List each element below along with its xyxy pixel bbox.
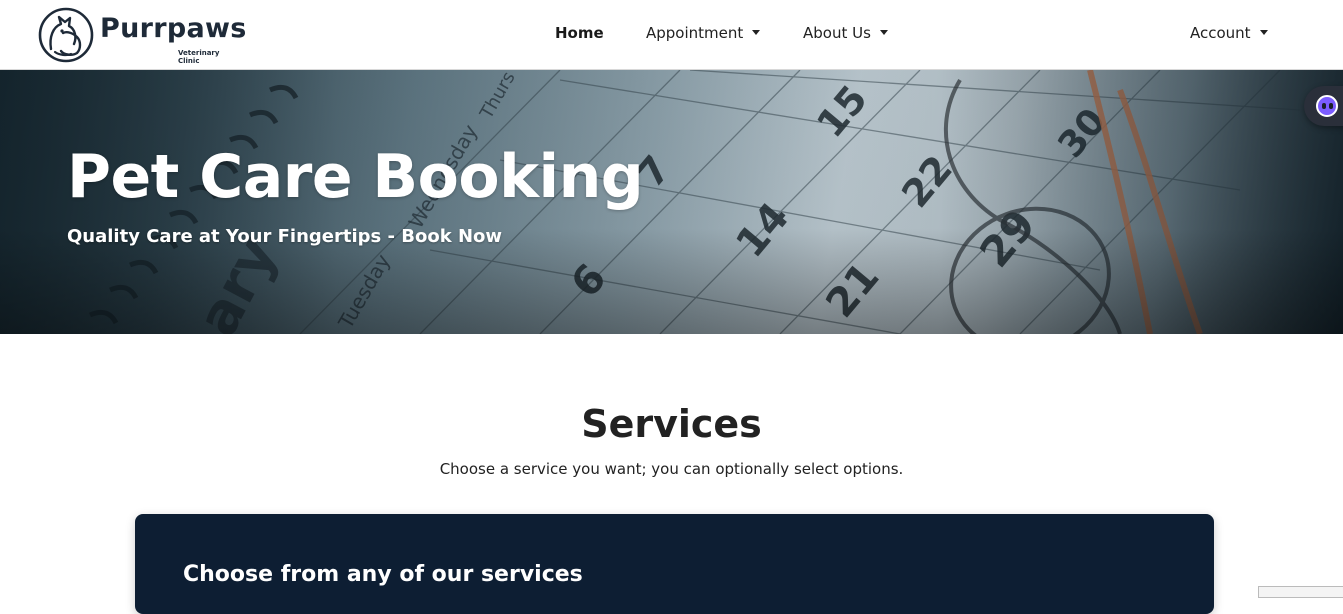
nav-home-link[interactable]: Home: [555, 24, 604, 42]
hero-subtitle: Quality Care at Your Fingertips - Book N…: [67, 226, 503, 247]
nav-about-dropdown[interactable]: About Us: [803, 24, 888, 42]
caret-down-icon: [1259, 30, 1268, 35]
hero-banner: 7 6 14 15 21 22 29 30 Tuesday Wednesday …: [0, 70, 1343, 334]
nav-appointment-dropdown[interactable]: Appointment: [646, 24, 761, 42]
nav-about-label: About Us: [803, 24, 871, 42]
corner-notification-tab[interactable]: [1258, 586, 1343, 598]
chat-widget-button[interactable]: [1304, 86, 1343, 126]
nav-appointment-label: Appointment: [646, 24, 744, 42]
services-card: Choose from any of our services: [135, 514, 1214, 614]
nav-account-dropdown[interactable]: Account: [1190, 24, 1268, 42]
caret-down-icon: [879, 30, 888, 35]
nav-account-label: Account: [1190, 24, 1251, 42]
caret-down-icon: [752, 30, 761, 35]
top-navbar: Purrpaws Veterinary Clinic Home Appointm…: [0, 0, 1343, 70]
services-card-title: Choose from any of our services: [183, 562, 583, 587]
nav-home-label: Home: [555, 24, 604, 42]
chat-assistant-icon: [1316, 95, 1338, 117]
nav-links: Home Appointment About Us Account: [0, 0, 1343, 70]
services-heading: Services: [581, 402, 762, 446]
hero-title: Pet Care Booking: [67, 142, 644, 212]
services-description: Choose a service you want; you can optio…: [439, 460, 904, 478]
